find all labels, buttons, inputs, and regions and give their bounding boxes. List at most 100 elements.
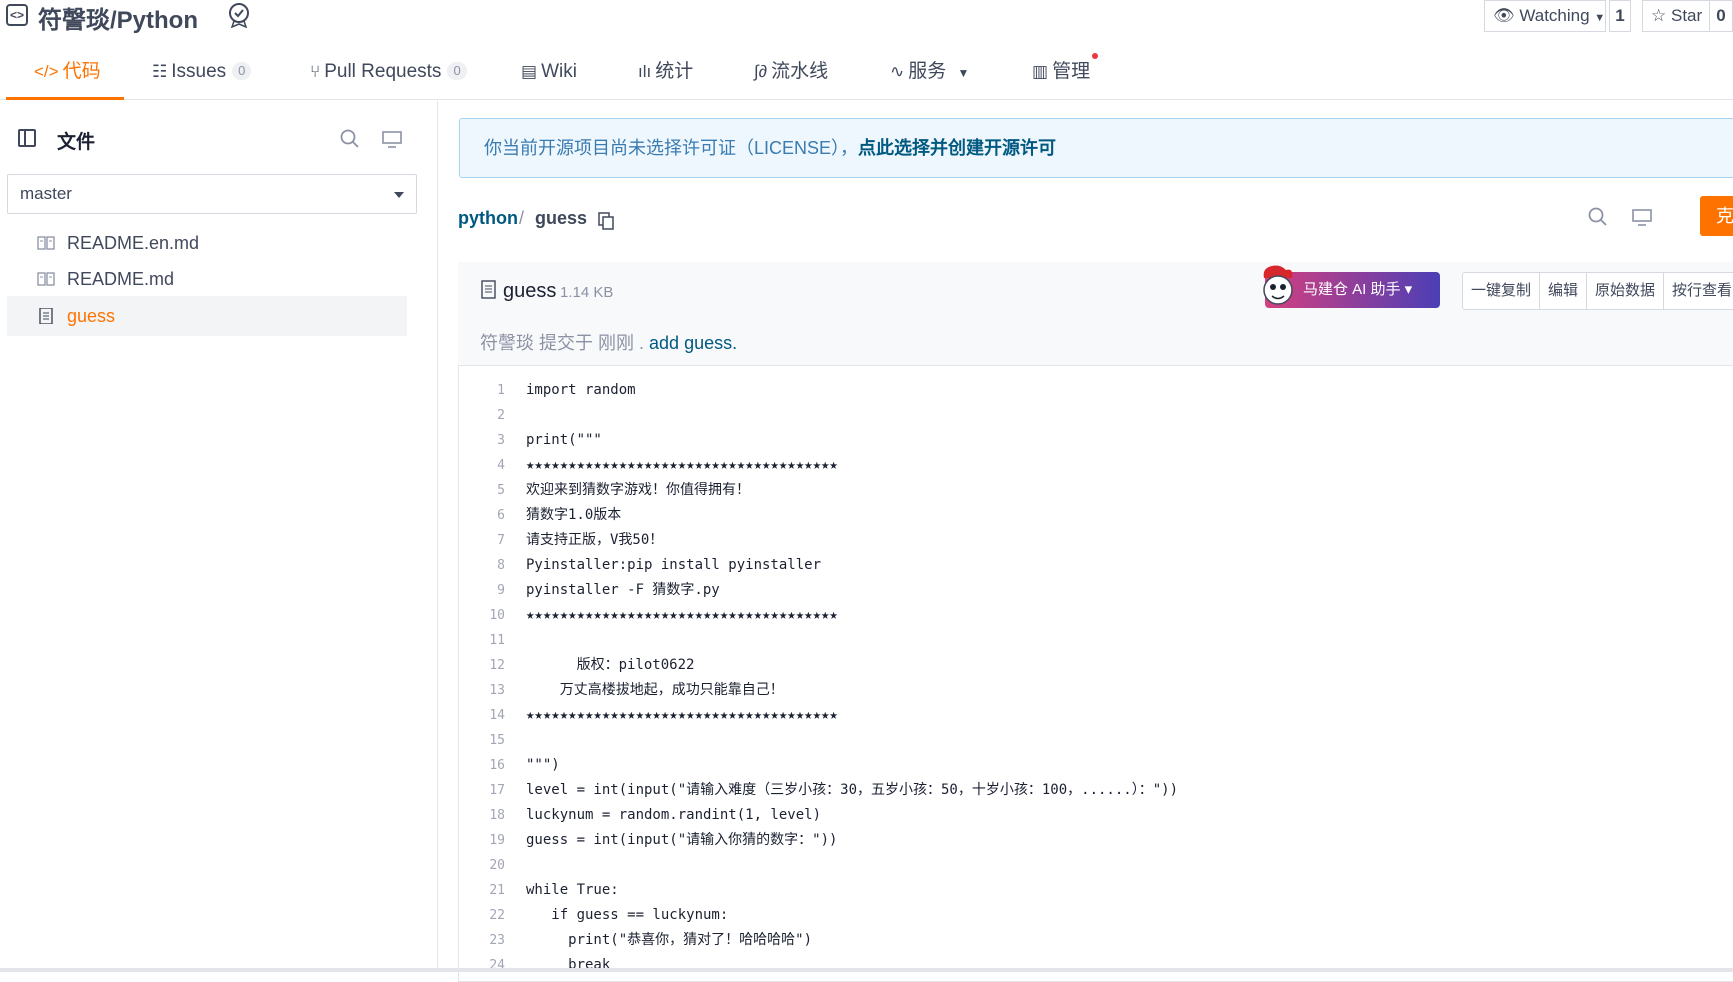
code-line: 1 import random (459, 378, 1733, 403)
breadcrumb-separator: / (519, 208, 525, 228)
line-number[interactable]: 21 (459, 878, 505, 903)
code-line: 16 """) (459, 753, 1733, 778)
code-line: 10 ★★★★★★★★★★★★★★★★★★★★★★★★★★★★★★★★★★★★★ (459, 603, 1733, 628)
line-content: while True: (526, 882, 619, 898)
code-line: 13 万丈高楼拔地起，成功只能靠自己！ (459, 678, 1733, 703)
line-number[interactable]: 15 (459, 728, 505, 753)
file-name: guess (67, 306, 116, 326)
notification-dot (1092, 53, 1099, 59)
tab-pipeline[interactable]: ∫∂ 流水线 (754, 44, 828, 100)
file-icon (39, 308, 53, 324)
file-item-readme[interactable]: README.md (7, 259, 407, 299)
breadcrumb-file: guess (535, 208, 588, 228)
horizontal-scrollbar[interactable] (0, 968, 1733, 972)
line-number[interactable]: 14 (459, 703, 505, 728)
line-number[interactable]: 4 (459, 453, 505, 478)
line-number[interactable]: 3 (459, 428, 505, 453)
tab-services[interactable]: ∿ 服务 ▼ (890, 44, 969, 100)
line-number[interactable]: 2 (459, 403, 505, 428)
file-actions: 一键复制 编辑 原始数据 按行查看 (1462, 272, 1733, 310)
star-label: Star (1670, 6, 1703, 25)
watch-count[interactable]: 1 (1609, 0, 1631, 32)
line-number[interactable]: 5 (459, 478, 505, 503)
line-number[interactable]: 16 (459, 753, 505, 778)
code-line: 11 (459, 628, 1733, 653)
repo-title[interactable]: 符謦琰/Python (38, 0, 198, 35)
monitor-icon[interactable] (382, 129, 402, 149)
tab-stats[interactable]: ılı 统计 (638, 44, 693, 100)
search-icon[interactable] (340, 129, 360, 149)
book-icon (37, 272, 55, 286)
commit-message-link[interactable]: add guess. (649, 333, 737, 353)
line-number[interactable]: 18 (459, 803, 505, 828)
file-sidebar: 文件 master README.en.md README.md guess (0, 101, 438, 972)
blame-button[interactable]: 按行查看 (1664, 273, 1733, 309)
sidebar-toggle-icon[interactable] (18, 129, 36, 147)
line-number[interactable]: 6 (459, 503, 505, 528)
search-icon[interactable] (1588, 207, 1608, 227)
code-line: 5 欢迎来到猜数字游戏！你值得拥有！ (459, 478, 1733, 503)
tab-code[interactable]: </> 代码 (6, 44, 124, 100)
line-number[interactable]: 24 (459, 953, 505, 978)
line-number[interactable]: 23 (459, 928, 505, 953)
file-item-guess[interactable]: guess (7, 296, 407, 336)
file-name: README.en.md (67, 233, 200, 253)
line-content: print("恭喜你，猜对了！哈哈哈哈") (526, 932, 813, 948)
breadcrumb-repo[interactable]: python (458, 208, 518, 229)
line-content: ★★★★★★★★★★★★★★★★★★★★★★★★★★★★★★★★★★★★★ (526, 457, 838, 473)
line-number[interactable]: 17 (459, 778, 505, 803)
line-content: import random (526, 382, 636, 398)
code-line: 15 (459, 728, 1733, 753)
star-button[interactable]: ☆ Star (1642, 0, 1710, 32)
license-notice: 你当前开源项目尚未选择许可证（LICENSE），点此选择并创建开源许可 (459, 118, 1733, 178)
book-icon: ▤ (521, 62, 538, 81)
tab-manage[interactable]: ▥ 管理 (1032, 44, 1099, 100)
tab-wiki[interactable]: ▤ Wiki (521, 44, 577, 100)
code-line: 21 while True: (459, 878, 1733, 903)
tab-issues[interactable]: ☷ Issues 0 (152, 44, 252, 100)
line-content: guess = int(input("请输入你猜的数字：")) (526, 832, 838, 848)
raw-button[interactable]: 原始数据 (1587, 273, 1665, 309)
line-number[interactable]: 10 (459, 603, 505, 628)
copy-icon[interactable] (598, 212, 614, 230)
file-name: README.md (67, 269, 175, 289)
file-item-readme-en[interactable]: README.en.md (7, 223, 407, 263)
line-content: level = int(input("请输入难度（三岁小孩：30，五岁小孩：50… (526, 782, 1179, 798)
code-line: 8 Pyinstaller:pip install pyinstaller (459, 553, 1733, 578)
issues-icon: ☷ (152, 62, 168, 81)
license-create-link[interactable]: 点此选择并创建开源许可 (858, 138, 1056, 158)
code-line: 9 pyinstaller -F 猜数字.py (459, 578, 1733, 603)
line-content: ★★★★★★★★★★★★★★★★★★★★★★★★★★★★★★★★★★★★★ (526, 707, 838, 723)
line-content: pyinstaller -F 猜数字.py (526, 582, 720, 598)
tab-pull-requests[interactable]: ⑂ Pull Requests 0 (310, 44, 467, 100)
edit-button[interactable]: 编辑 (1540, 273, 1588, 309)
line-number[interactable]: 7 (459, 528, 505, 553)
chevron-down-icon (394, 192, 404, 198)
line-number[interactable]: 20 (459, 853, 505, 878)
line-number[interactable]: 11 (459, 628, 505, 653)
pipeline-icon: ∫∂ (754, 62, 768, 81)
line-number[interactable]: 1 (459, 378, 505, 403)
star-icon: ☆ (1651, 6, 1667, 25)
line-number[interactable]: 22 (459, 903, 505, 928)
mascot-icon (1263, 265, 1293, 305)
watch-button[interactable]: 👁 Watching ▼ (1484, 0, 1606, 32)
line-content: print(""" (526, 432, 602, 448)
sidebar-title: 文件 (57, 132, 96, 153)
line-number[interactable]: 12 (459, 653, 505, 678)
code-line: 17 level = int(input("请输入难度（三岁小孩：30，五岁小孩：… (459, 778, 1733, 803)
recommend-badge-icon (229, 3, 249, 28)
copy-all-button[interactable]: 一键复制 (1463, 273, 1541, 309)
line-number[interactable]: 19 (459, 828, 505, 853)
line-number[interactable]: 8 (459, 553, 505, 578)
branch-select[interactable]: master (7, 174, 417, 214)
clone-button[interactable]: 克 (1700, 196, 1733, 236)
license-text: 你当前开源项目尚未选择许可证（LICENSE）， (484, 138, 859, 158)
line-number[interactable]: 13 (459, 678, 505, 703)
monitor-icon[interactable] (1632, 207, 1652, 227)
line-number[interactable]: 9 (459, 578, 505, 603)
line-content: if guess == luckynum: (526, 907, 729, 923)
book-icon (37, 236, 55, 250)
star-count[interactable]: 0 (1710, 0, 1733, 32)
repo-tabs: </> 代码 ☷ Issues 0 ⑂ Pull Requests 0 ▤ Wiki ılı… (0, 44, 1733, 100)
